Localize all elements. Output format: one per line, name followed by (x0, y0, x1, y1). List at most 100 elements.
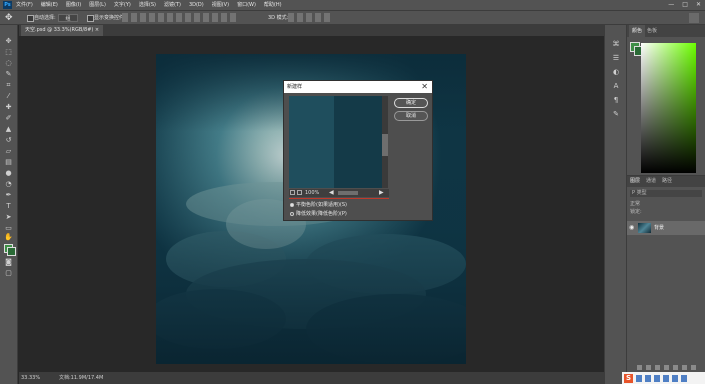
gradient-icon[interactable]: ▤ (4, 159, 13, 166)
option-1[interactable]: 平衡色阶(如果适用)(S) (290, 202, 347, 209)
paragraph-panel-icon[interactable]: ¶ (612, 96, 620, 104)
screen-mode-icon[interactable]: ▢ (4, 270, 13, 277)
clone-stamp-icon[interactable]: ▲ (4, 126, 13, 133)
color-picker-field[interactable] (641, 43, 696, 173)
ok-button[interactable]: 确定 (394, 98, 428, 108)
eraser-icon[interactable]: ▱ (4, 148, 13, 155)
option-2-radio[interactable] (290, 211, 294, 216)
document-tab[interactable]: 天空.psd @ 33.3%(RGB/8#) × (21, 25, 104, 36)
distribute-top-icon[interactable] (176, 13, 182, 22)
layer-mask-icon[interactable] (655, 365, 660, 370)
auto-align-icon[interactable] (230, 13, 236, 22)
distribute-bottom-icon[interactable] (194, 13, 200, 22)
ime-tools-icon[interactable] (681, 374, 687, 382)
shape-icon[interactable]: ▭ (4, 225, 13, 232)
option-1-radio[interactable] (290, 202, 294, 207)
tab-channels[interactable]: 通道 (646, 176, 656, 187)
adjustments-panel-icon[interactable]: ◐ (612, 68, 620, 76)
crop-icon[interactable]: ⌗ (4, 82, 13, 89)
delete-layer-icon[interactable] (691, 365, 696, 370)
hand-icon[interactable]: ✋ (4, 234, 13, 241)
adjustment-layer-icon[interactable] (664, 365, 669, 370)
3d-pan-icon[interactable] (306, 13, 312, 22)
dodge-icon[interactable]: ◔ (4, 181, 13, 188)
blend-mode-select[interactable]: 正常 (630, 201, 702, 208)
eyedropper-icon[interactable]: ⁄ (4, 93, 13, 100)
layer-filter-field[interactable]: P 类型 (630, 190, 702, 197)
menu-type[interactable]: 文字(Y) (114, 0, 131, 10)
new-layer-icon[interactable] (682, 365, 687, 370)
healing-brush-icon[interactable]: ✚ (4, 104, 13, 111)
zoom-in-button[interactable] (297, 190, 302, 195)
menu-image[interactable]: 图像(I) (66, 0, 81, 10)
group-icon[interactable] (673, 365, 678, 370)
3d-roll-icon[interactable] (297, 13, 303, 22)
ime-punct-icon[interactable] (645, 374, 651, 382)
brush-icon[interactable]: ✐ (4, 115, 13, 122)
ime-mode-icon[interactable] (636, 374, 642, 382)
dialog-preview[interactable] (289, 96, 382, 188)
menu-window[interactable]: 窗口(W) (237, 0, 256, 10)
ime-skin-icon[interactable] (672, 374, 678, 382)
scroll-right-icon[interactable]: ▶ (379, 189, 384, 197)
auto-select-dropdown[interactable]: 组 (58, 14, 78, 22)
link-layers-icon[interactable] (637, 365, 642, 370)
zoom-level[interactable]: 33.33% (21, 372, 40, 384)
quick-mask-icon[interactable]: ◙ (4, 259, 13, 266)
blur-icon[interactable]: ● (4, 170, 13, 177)
3d-rotate-icon[interactable] (288, 13, 294, 22)
align-right-icon[interactable] (167, 13, 173, 22)
character-panel-icon[interactable]: A (612, 82, 620, 90)
cancel-button[interactable]: 取消 (394, 111, 428, 121)
quick-select-icon[interactable]: ✎ (4, 71, 13, 78)
path-select-icon[interactable]: ➤ (4, 214, 13, 221)
align-left-icon[interactable] (149, 13, 155, 22)
ime-voice-icon[interactable] (654, 374, 660, 382)
eye-icon[interactable]: ◉ (629, 224, 634, 232)
distribute-right-icon[interactable] (221, 13, 227, 22)
layer-style-icon[interactable] (646, 365, 651, 370)
align-vcenter-icon[interactable] (131, 13, 137, 22)
type-icon[interactable]: T (4, 203, 13, 210)
3d-slide-icon[interactable] (315, 13, 321, 22)
align-top-icon[interactable] (122, 13, 128, 22)
zoom-out-button[interactable] (290, 190, 295, 195)
layer-row[interactable]: ◉ 背景 (627, 221, 705, 235)
align-bottom-icon[interactable] (140, 13, 146, 22)
menu-layer[interactable]: 图层(L) (89, 0, 106, 10)
move-icon[interactable]: ✥ (4, 38, 13, 45)
menu-edit[interactable]: 编辑(E) (41, 0, 58, 10)
distribute-hcenter-icon[interactable] (212, 13, 218, 22)
scroll-left-icon[interactable]: ◀ (329, 189, 334, 197)
minimize-button[interactable]: — (668, 0, 674, 10)
3d-scale-icon[interactable] (324, 13, 330, 22)
distribute-left-icon[interactable] (203, 13, 209, 22)
tab-paths[interactable]: 路径 (662, 176, 672, 187)
tab-layers[interactable]: 图层 (630, 176, 640, 187)
auto-select-checkbox[interactable] (27, 15, 34, 22)
ime-keyboard-icon[interactable] (663, 374, 669, 382)
show-controls-checkbox[interactable] (87, 15, 94, 22)
history-panel-icon[interactable]: ⌘ (612, 40, 620, 48)
option-2[interactable]: 降低效果(降低色阶)(P) (290, 211, 347, 218)
history-brush-icon[interactable]: ↺ (4, 137, 13, 144)
brush-presets-panel-icon[interactable]: ✎ (612, 110, 620, 118)
preview-vertical-scrollbar[interactable] (382, 96, 388, 188)
horizontal-scrollbar-thumb[interactable] (338, 191, 358, 195)
menu-file[interactable]: 文件(F) (16, 0, 33, 10)
lasso-icon[interactable]: ◌ (4, 60, 13, 67)
tab-swatches[interactable]: 色板 (647, 25, 657, 37)
menu-filter[interactable]: 滤镜(T) (164, 0, 181, 10)
marquee-icon[interactable]: ⬚ (4, 49, 13, 56)
scrollbar-thumb[interactable] (382, 134, 388, 156)
align-hcenter-icon[interactable] (158, 13, 164, 22)
menu-help[interactable]: 帮助(H) (264, 0, 282, 10)
ime-logo[interactable]: S (624, 373, 633, 383)
pen-icon[interactable]: ✒ (4, 192, 13, 199)
distribute-vcenter-icon[interactable] (185, 13, 191, 22)
move-tool-icon[interactable]: ✥ (5, 13, 13, 23)
close-icon[interactable]: ✕ (421, 81, 428, 93)
menu-view[interactable]: 视图(V) (212, 0, 229, 10)
background-color-swatch[interactable] (7, 247, 16, 256)
workspace-switcher-icon[interactable] (689, 13, 699, 23)
